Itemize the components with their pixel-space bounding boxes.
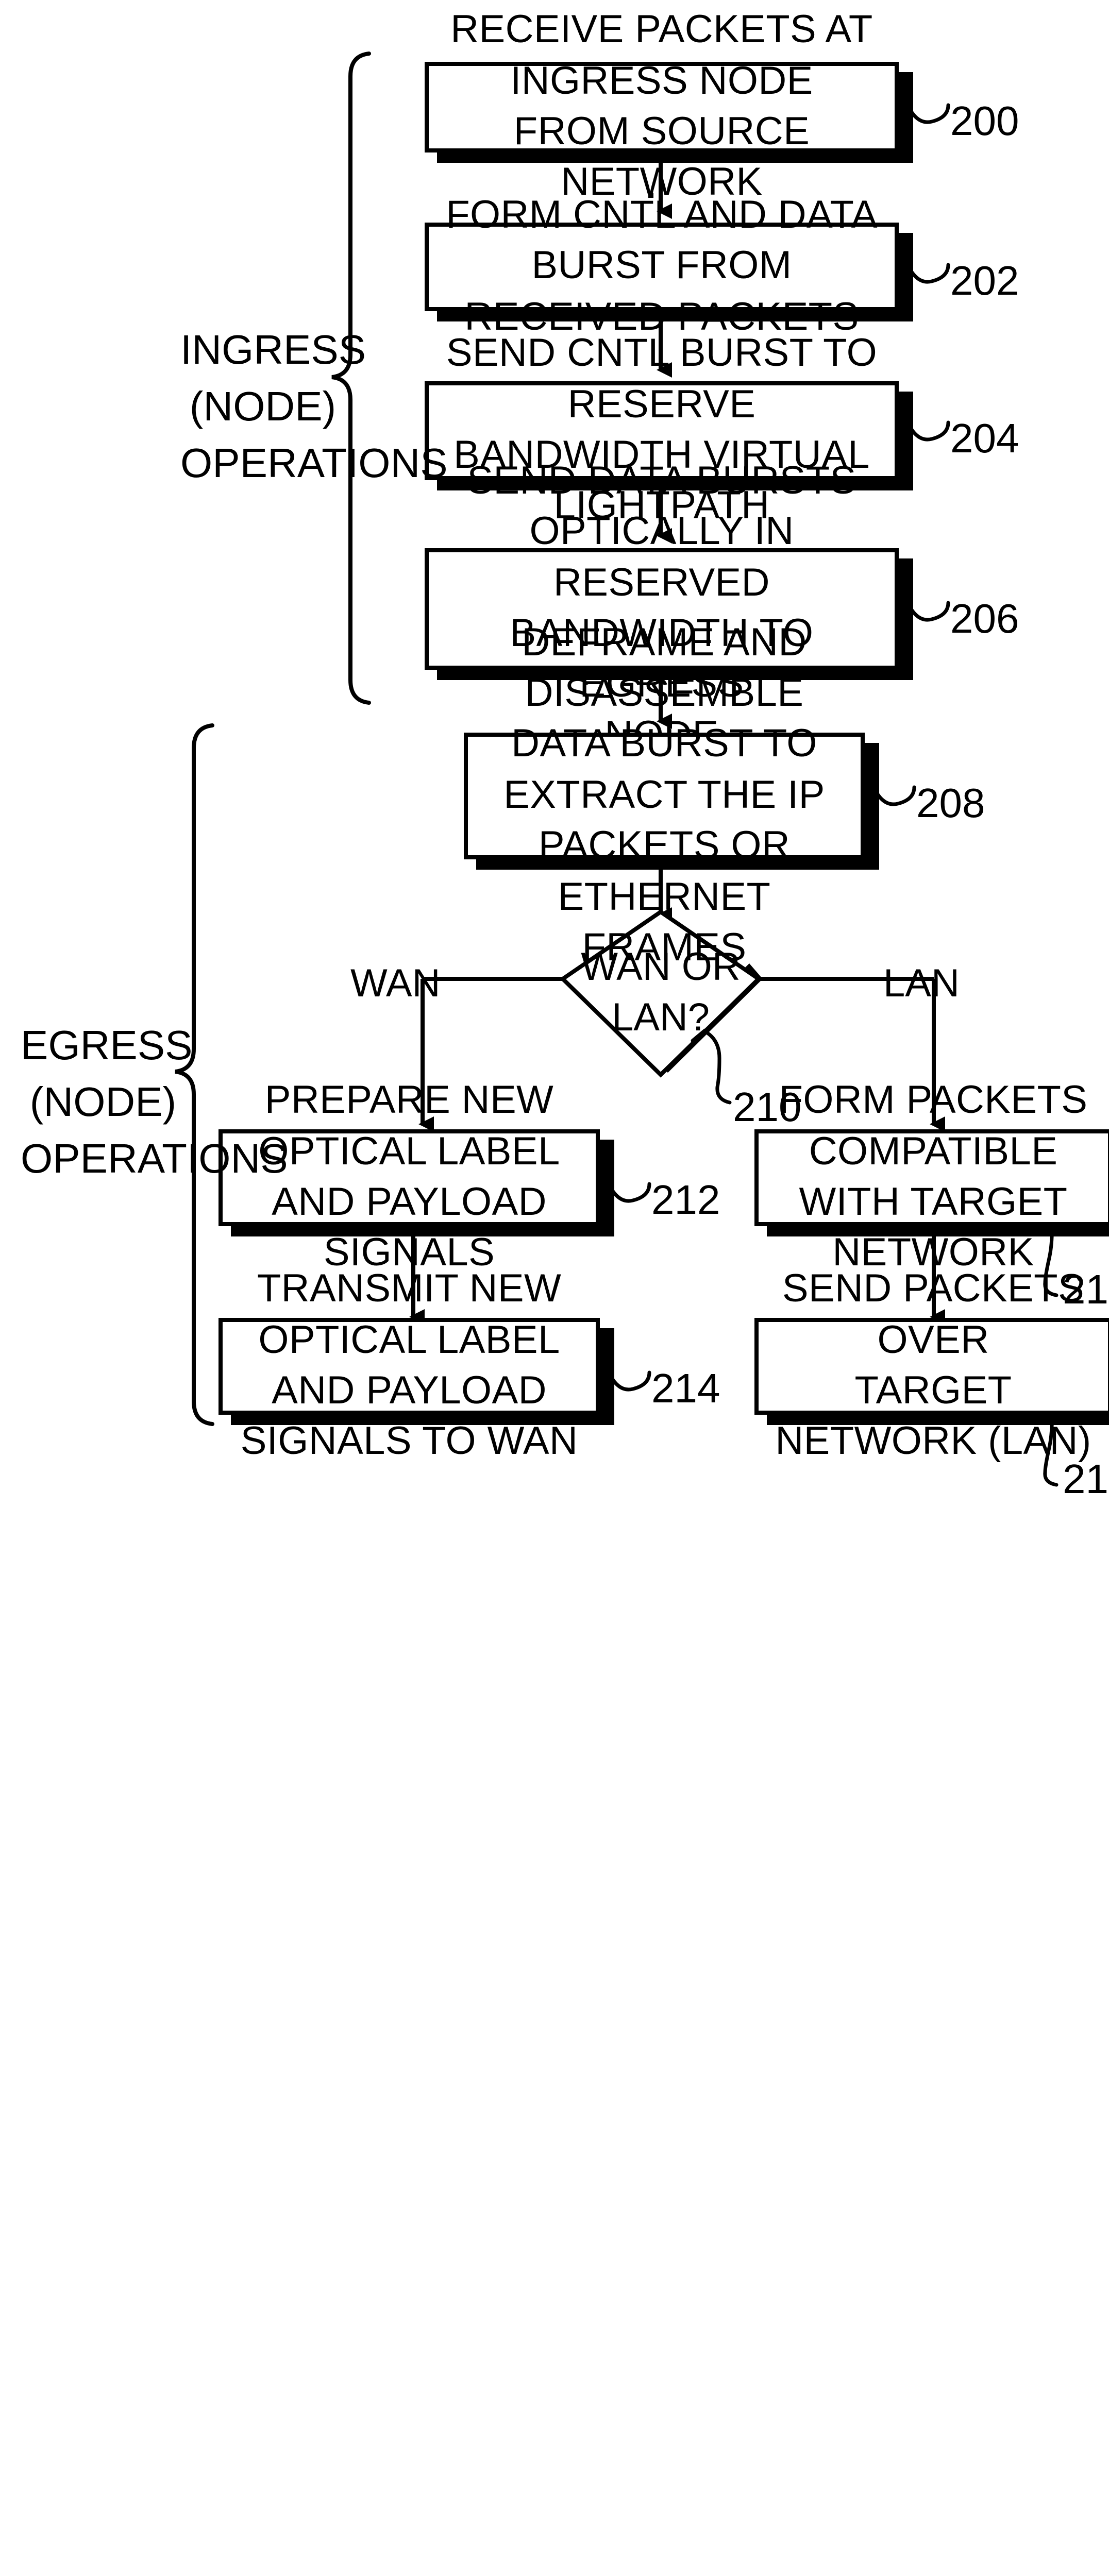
flow-node-210-label: WAN OR LAN?: [581, 945, 741, 1040]
reference-numeral-206: 206: [950, 597, 1019, 642]
reference-numeral-208: 208: [916, 781, 985, 826]
flow-node-210[interactable]: WAN OR LAN?: [563, 912, 759, 1075]
flow-node-216[interactable]: FORM PACKETS COMPATIBLE WITH TARGET NETW…: [754, 1079, 1109, 1275]
flow-node-208[interactable]: DEFRAME AND DISASSEMBLE DATA BURST TO EX…: [464, 621, 865, 970]
reference-numeral-216: 216: [1063, 1267, 1109, 1313]
figure-sheet: RECEIVE PACKETS AT INGRESS NODE FROM SOU…: [0, 0, 1109, 1529]
flow-node-216-label: FORM PACKETS COMPATIBLE WITH TARGET NETW…: [779, 1079, 1088, 1275]
group-label-ingress: INGRESS (NODE) OPERATIONS: [180, 328, 448, 487]
reference-numeral-200: 200: [950, 99, 1019, 144]
reference-numeral-210: 210: [733, 1085, 802, 1130]
branch-label-wan: WAN: [350, 962, 441, 1006]
flow-node-200[interactable]: RECEIVE PACKETS AT INGRESS NODE FROM SOU…: [425, 8, 899, 205]
reference-numeral-214: 214: [651, 1366, 720, 1412]
flow-node-218-label: SEND PACKETS OVER TARGET NETWORK (LAN): [775, 1267, 1091, 1464]
box-shadow-right: [865, 743, 879, 870]
flow-node-214-label: TRANSMIT NEW OPTICAL LABEL AND PAYLOAD S…: [240, 1267, 578, 1464]
reference-numeral-204: 204: [950, 416, 1019, 462]
reference-numeral-212: 212: [651, 1178, 720, 1223]
flow-node-202-label: FORM CNTL AND DATA BURST FROM RECEIVED P…: [446, 193, 878, 339]
group-label-egress: EGRESS (NODE) OPERATIONS: [21, 1023, 288, 1182]
reference-numeral-202: 202: [950, 259, 1019, 304]
branch-label-lan: LAN: [883, 962, 960, 1006]
box-shadow-right: [899, 558, 913, 680]
flow-node-200-label: RECEIVE PACKETS AT INGRESS NODE FROM SOU…: [450, 8, 873, 205]
flow-node-218[interactable]: SEND PACKETS OVER TARGET NETWORK (LAN): [754, 1267, 1109, 1464]
flow-node-202[interactable]: FORM CNTL AND DATA BURST FROM RECEIVED P…: [425, 194, 899, 338]
flow-node-214[interactable]: TRANSMIT NEW OPTICAL LABEL AND PAYLOAD S…: [219, 1267, 600, 1464]
reference-numeral-218: 218: [1063, 1457, 1109, 1502]
